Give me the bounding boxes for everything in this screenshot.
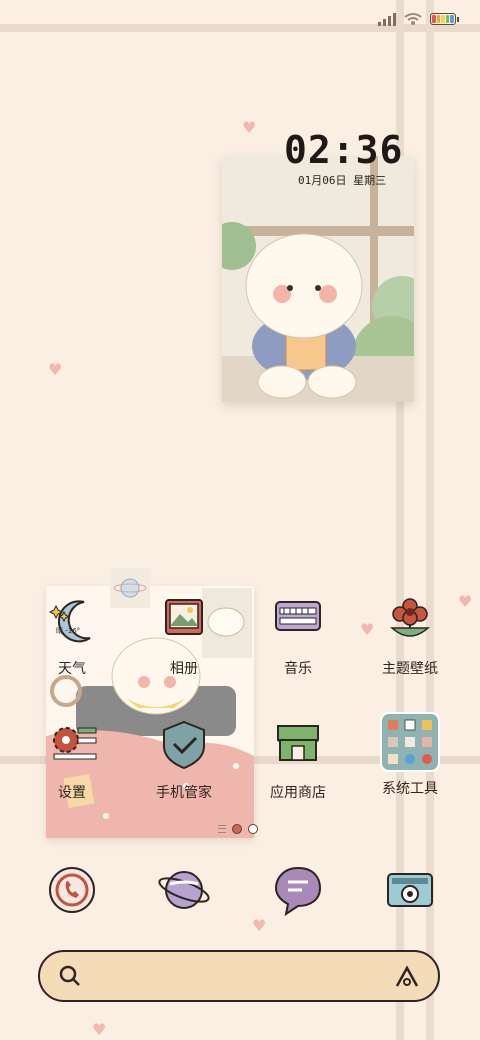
puppy-photo-image bbox=[222, 156, 414, 402]
dock-phone[interactable] bbox=[22, 864, 122, 920]
signal-icon bbox=[378, 12, 396, 26]
app-label: 音乐 bbox=[284, 661, 312, 677]
assistant-icon[interactable] bbox=[394, 964, 420, 990]
photo-widget[interactable] bbox=[222, 156, 414, 402]
dock-messages[interactable] bbox=[248, 864, 348, 920]
app-label: 主题壁纸 bbox=[382, 661, 438, 677]
status-bar bbox=[378, 12, 459, 26]
app-label: 手机管家 bbox=[156, 785, 212, 801]
app-label: 相册 bbox=[170, 661, 198, 677]
app-music[interactable]: 音乐 bbox=[248, 596, 348, 678]
settings-gear-icon bbox=[53, 727, 97, 760]
folder-icon bbox=[380, 712, 440, 772]
weather-moon-icon bbox=[48, 600, 91, 643]
app-system-tools[interactable]: 系统工具 bbox=[360, 712, 460, 798]
clock-date: 01月06日 星期三 bbox=[298, 174, 387, 187]
clock-time[interactable]: 02:36 bbox=[284, 128, 403, 172]
planet-icon bbox=[158, 871, 210, 909]
message-icon bbox=[274, 866, 322, 917]
app-store[interactable]: 应用商店 bbox=[248, 720, 348, 802]
search-bar[interactable] bbox=[38, 950, 440, 1002]
app-settings[interactable]: 设置 bbox=[22, 720, 122, 802]
dock-browser[interactable] bbox=[134, 864, 234, 920]
app-label: 应用商店 bbox=[270, 785, 326, 801]
page-list-icon[interactable] bbox=[218, 825, 226, 833]
app-theme[interactable]: 主题壁纸 bbox=[360, 596, 460, 678]
page-dot[interactable] bbox=[248, 824, 258, 834]
page-dot-active[interactable] bbox=[232, 824, 242, 834]
shield-check-icon bbox=[163, 720, 205, 770]
camera-icon bbox=[387, 873, 433, 907]
app-weather[interactable]: 晴 -16° 天气 bbox=[22, 596, 122, 678]
app-label: 设置 bbox=[58, 785, 86, 801]
app-phone-manager[interactable]: 手机管家 bbox=[134, 720, 234, 802]
page-indicator[interactable] bbox=[218, 824, 258, 834]
wifi-icon bbox=[404, 13, 422, 25]
music-keyboard-icon bbox=[275, 601, 321, 631]
heart-decor-icon: ♥ bbox=[242, 118, 257, 137]
flower-theme-icon bbox=[390, 598, 430, 637]
dock-camera[interactable] bbox=[360, 864, 460, 920]
search-input[interactable] bbox=[94, 962, 384, 992]
battery-icon bbox=[430, 13, 459, 25]
heart-decor-icon: ♥ bbox=[458, 592, 473, 611]
app-gallery[interactable]: 相册 bbox=[134, 596, 234, 678]
app-label: 系统工具 bbox=[382, 781, 438, 797]
phone-icon bbox=[49, 867, 95, 913]
heart-decor-icon: ♥ bbox=[48, 360, 63, 379]
search-icon[interactable] bbox=[58, 964, 82, 988]
weather-badge: 晴 -16° bbox=[56, 627, 81, 635]
gallery-icon bbox=[165, 599, 203, 635]
heart-decor-icon: ♥ bbox=[92, 1020, 107, 1039]
app-label: 天气 bbox=[58, 661, 86, 677]
store-icon bbox=[277, 725, 319, 761]
